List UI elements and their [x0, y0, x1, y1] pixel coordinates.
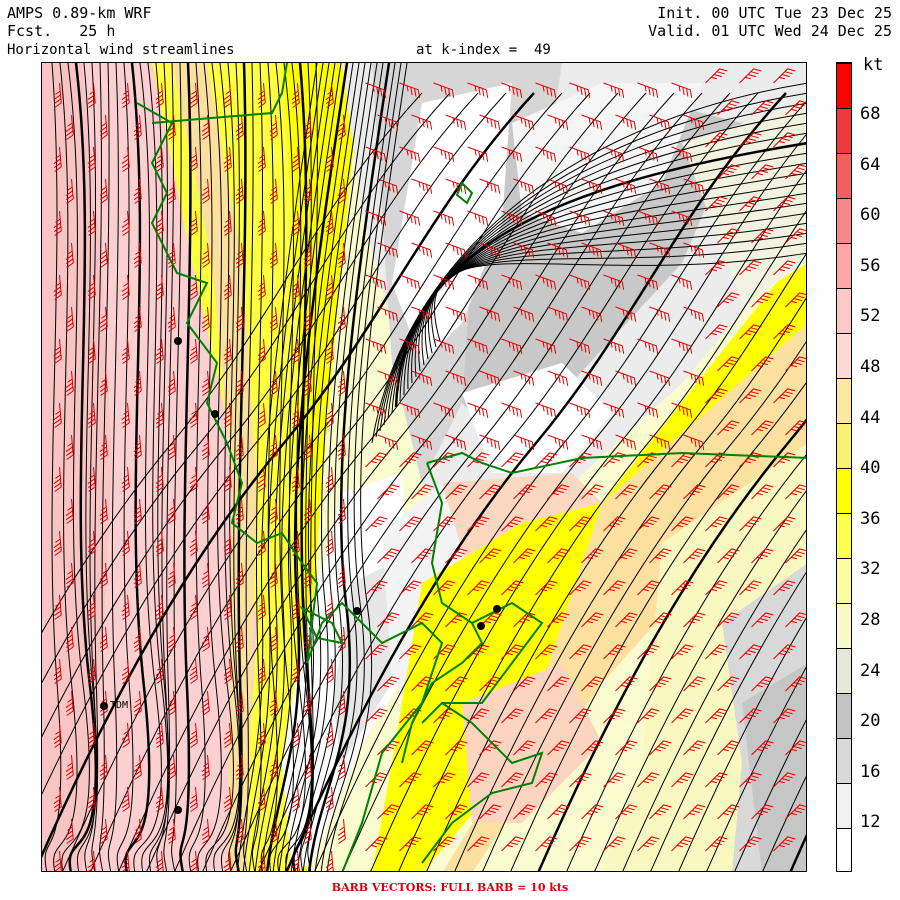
- colorbar-segment: [837, 693, 851, 738]
- colorbar-tick-label: 36: [860, 508, 881, 529]
- colorbar-unit: kt: [863, 55, 884, 75]
- wind-barb: [325, 850, 334, 871]
- colorbar-tick-label: 56: [860, 255, 881, 276]
- wind-barb: [377, 434, 399, 450]
- wind-barb: [569, 836, 592, 852]
- plot-title: Horizontal wind streamlines: [7, 42, 235, 58]
- wind-speed-shading: [42, 63, 806, 871]
- colorbar-tick-label: 12: [860, 812, 881, 833]
- colorbar-segment: [837, 333, 851, 378]
- colorbar-segment: [837, 153, 851, 198]
- colorbar-tick-label: 44: [860, 407, 881, 428]
- colorbar: [836, 62, 852, 872]
- station-dot-tdm: [100, 702, 108, 710]
- colorbar-segment: [837, 603, 851, 648]
- wind-barb: [365, 452, 388, 468]
- colorbar-segment: [837, 378, 851, 423]
- colorbar-tick-label: 60: [860, 205, 881, 226]
- colorbar-segment: [837, 468, 851, 513]
- wind-barb: [365, 338, 387, 354]
- colorbar-tick-label: 20: [860, 711, 881, 732]
- colorbar-segment: [837, 63, 851, 108]
- colorbar-segment: [837, 828, 851, 871]
- wind-map: TDM: [41, 62, 807, 872]
- colorbar-tick-label: 16: [860, 761, 881, 782]
- map-canvas: [42, 63, 806, 871]
- colorbar-segment: [837, 288, 851, 333]
- colorbar-tick-label: 40: [860, 458, 881, 479]
- init-time: Init. 00 UTC Tue 23 Dec 25: [657, 4, 892, 22]
- wind-barb: [615, 740, 638, 756]
- wind-barb: [603, 772, 626, 788]
- colorbar-segment: [837, 558, 851, 603]
- station-dot: [353, 607, 361, 615]
- level-label: at k-index = 49: [416, 42, 551, 58]
- wind-barb: [501, 836, 524, 852]
- station-dot: [493, 605, 501, 613]
- station-dot: [477, 622, 485, 630]
- colorbar-segment: [837, 423, 851, 468]
- colorbar-segment: [837, 648, 851, 693]
- colorbar-segment: [837, 783, 851, 828]
- wind-barb: [603, 452, 626, 468]
- station-dot: [211, 410, 219, 418]
- station-dot: [174, 806, 182, 814]
- colorbar-segment: [837, 738, 851, 783]
- colorbar-tick-label: 52: [860, 306, 881, 327]
- colorbar-tick-label: 24: [860, 660, 881, 681]
- station-label-tdm: TDM: [110, 700, 129, 711]
- colorbar-segment: [837, 513, 851, 558]
- colorbar-segment: [837, 108, 851, 153]
- wind-barb: [337, 434, 346, 460]
- wind-barb: [337, 818, 346, 844]
- barb-legend: BARB VECTORS: FULL BARB = 10 kts: [331, 881, 569, 894]
- colorbar-tick-label: 32: [860, 559, 881, 580]
- colorbar-tick-label: 48: [860, 357, 881, 377]
- colorbar-segment: [837, 198, 851, 243]
- valid-time: Valid. 01 UTC Wed 24 Dec 25: [648, 22, 892, 40]
- station-dot: [174, 337, 182, 345]
- colorbar-tick-label: 68: [860, 104, 881, 124]
- colorbar-tick-label: 64: [860, 154, 881, 175]
- colorbar-segment: [837, 243, 851, 288]
- forecast-hour: Fcst. 25 h: [7, 22, 116, 40]
- colorbar-tick-label: 28: [860, 610, 881, 630]
- model-name: AMPS 0.89-km WRF: [7, 4, 152, 22]
- wind-barb: [615, 676, 638, 692]
